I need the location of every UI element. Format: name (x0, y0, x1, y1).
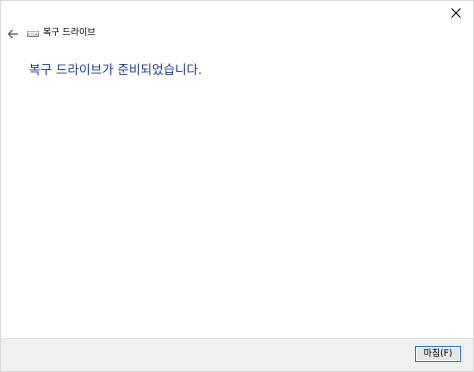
back-arrow-icon (7, 29, 18, 39)
finish-button[interactable]: 마침(F) (415, 346, 461, 362)
wizard-header: 복구 드라이브 (1, 25, 473, 45)
close-icon (451, 8, 461, 18)
recovery-drive-window: 복구 드라이브 복구 드라이브가 준비되었습니다. 마침(F) (0, 0, 474, 372)
drive-icon (27, 31, 39, 37)
back-button[interactable] (5, 26, 21, 42)
wizard-title: 복구 드라이브 (43, 28, 96, 38)
page-heading: 복구 드라이브가 준비되었습니다. (29, 62, 202, 77)
footer-bar: 마침(F) (1, 338, 473, 371)
close-button[interactable] (439, 1, 473, 25)
